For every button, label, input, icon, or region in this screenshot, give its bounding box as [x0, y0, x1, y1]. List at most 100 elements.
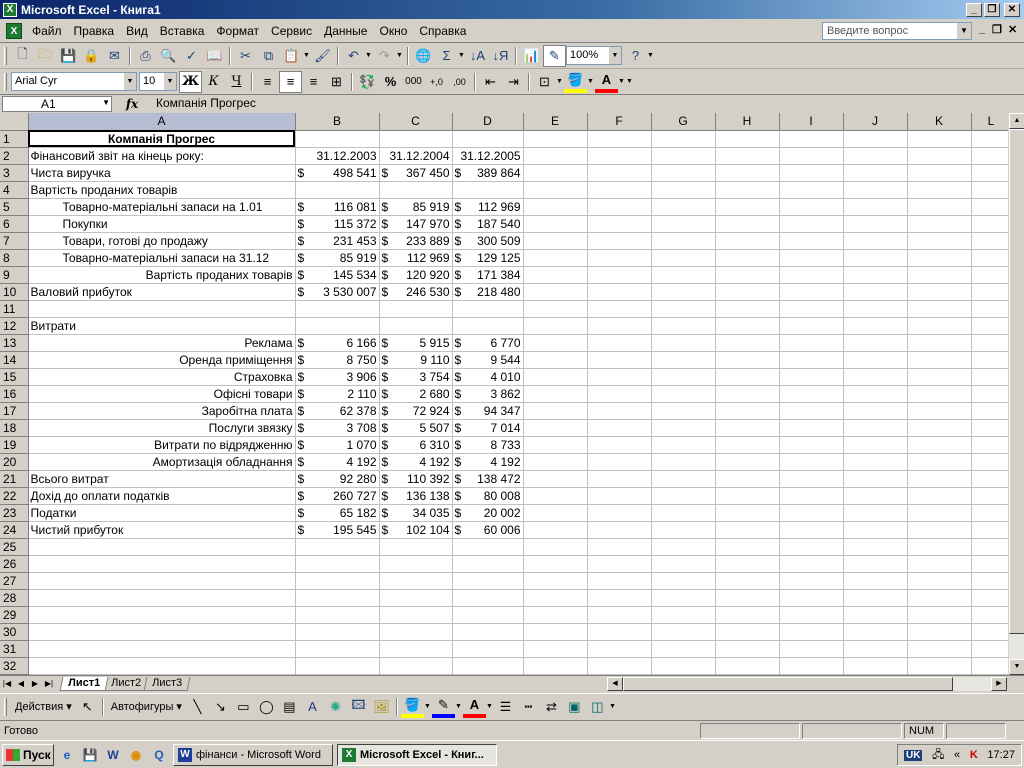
next-sheet-icon[interactable]: ▶ [28, 679, 42, 688]
font-size-select[interactable]: 10 ▼ [139, 72, 177, 91]
row-header[interactable]: 26 [0, 555, 29, 573]
cell-e[interactable] [523, 640, 588, 658]
cell-d[interactable]: $7 014 [452, 419, 524, 437]
cell-c[interactable]: $6 310 [379, 436, 453, 454]
cell-b[interactable] [295, 555, 380, 573]
cell-d[interactable] [452, 640, 524, 658]
cell-b[interactable]: $116 081 [295, 198, 380, 216]
cell-h[interactable] [715, 640, 780, 658]
cell-j[interactable] [843, 249, 908, 267]
cell-j[interactable] [843, 487, 908, 505]
cell-e[interactable] [523, 453, 588, 471]
menu-format[interactable]: Формат [210, 22, 265, 40]
cell-f[interactable] [587, 521, 652, 539]
cell-g[interactable] [651, 419, 716, 437]
cell-b[interactable] [295, 572, 380, 590]
cell-k[interactable] [907, 147, 972, 165]
cell-k[interactable] [907, 181, 972, 199]
cell-l[interactable] [971, 572, 1012, 590]
cell-i[interactable] [779, 351, 844, 369]
cell-c[interactable]: $136 138 [379, 487, 453, 505]
cell-l[interactable] [971, 334, 1012, 352]
prev-sheet-icon[interactable]: ◀ [14, 679, 28, 688]
cell-g[interactable] [651, 657, 716, 675]
row-header[interactable]: 13 [0, 334, 29, 352]
cell-i[interactable] [779, 130, 844, 148]
cell-h[interactable] [715, 606, 780, 624]
sheet-tab-1[interactable]: Лист1 [59, 676, 109, 691]
paste-icon[interactable]: 📋 [280, 45, 303, 67]
fill-color-icon[interactable]: 🪣 [400, 696, 424, 718]
cell-d[interactable] [452, 555, 524, 573]
cell-c[interactable]: $120 920 [379, 266, 453, 284]
cell-b[interactable]: $195 545 [295, 521, 380, 539]
horizontal-scrollbar[interactable]: ◀ ▶ [607, 677, 1007, 691]
autosum-icon[interactable]: Σ [435, 45, 458, 67]
cell-k[interactable] [907, 538, 972, 556]
cell-j[interactable] [843, 147, 908, 165]
cell-a[interactable]: Оренда приміщення [28, 351, 296, 369]
cell-i[interactable] [779, 470, 844, 488]
line-color-icon[interactable]: ✎ [431, 696, 455, 718]
cell-e[interactable] [523, 538, 588, 556]
cell-f[interactable] [587, 657, 652, 675]
save-icon[interactable]: 💾 [57, 45, 80, 67]
cell-d[interactable]: $171 384 [452, 266, 524, 284]
cell-e[interactable] [523, 504, 588, 522]
currency-icon[interactable]: 💱 [356, 71, 379, 93]
cell-grid[interactable]: ABCDEFGHIJKL 1 Компанія Прогрес 2 Фінансови… [0, 113, 1012, 675]
cell-g[interactable] [651, 232, 716, 250]
row-header[interactable]: 20 [0, 453, 29, 471]
cell-h[interactable] [715, 436, 780, 454]
cell-b[interactable]: $6 166 [295, 334, 380, 352]
cell-b[interactable]: $85 919 [295, 249, 380, 267]
cell-i[interactable] [779, 504, 844, 522]
cell-c[interactable]: $3 754 [379, 368, 453, 386]
cell-j[interactable] [843, 640, 908, 658]
row-header[interactable]: 28 [0, 589, 29, 607]
menu-data[interactable]: Данные [318, 22, 373, 40]
borders-icon[interactable]: ⊡ [533, 71, 556, 93]
cell-e[interactable] [523, 606, 588, 624]
cell-c[interactable] [379, 623, 453, 641]
wordart-icon[interactable]: A [301, 696, 324, 718]
cell-k[interactable] [907, 317, 972, 335]
italic-button[interactable]: К [202, 71, 225, 93]
row-header[interactable]: 27 [0, 572, 29, 590]
hyperlink-icon[interactable]: 🌐 [412, 45, 435, 67]
doc-minimize-button[interactable]: _ [979, 23, 985, 35]
language-indicator[interactable]: UK [904, 749, 923, 761]
cell-f[interactable] [587, 334, 652, 352]
cell-a[interactable] [28, 640, 296, 658]
cell-b[interactable]: $3 530 007 [295, 283, 380, 301]
cell-k[interactable] [907, 334, 972, 352]
cell-b[interactable] [295, 606, 380, 624]
row-header[interactable]: 1 [0, 130, 29, 148]
cell-k[interactable] [907, 589, 972, 607]
cell-i[interactable] [779, 215, 844, 233]
cell-d[interactable]: $187 540 [452, 215, 524, 233]
task-word[interactable]: W фінанси - Microsoft Word [173, 743, 333, 766]
cell-l[interactable] [971, 164, 1012, 182]
cell-h[interactable] [715, 521, 780, 539]
cell-d[interactable]: $80 008 [452, 487, 524, 505]
align-right-icon[interactable]: ≡ [302, 71, 325, 93]
select-all-corner[interactable] [0, 113, 29, 131]
cell-e[interactable] [523, 436, 588, 454]
cell-i[interactable] [779, 589, 844, 607]
cell-d[interactable] [452, 657, 524, 675]
cell-b[interactable] [295, 300, 380, 318]
workbook-icon[interactable]: X [6, 22, 22, 39]
cell-j[interactable] [843, 232, 908, 250]
cell-j[interactable] [843, 198, 908, 216]
row-header[interactable]: 15 [0, 368, 29, 386]
cell-e[interactable] [523, 555, 588, 573]
word-quick-icon[interactable]: W [103, 745, 123, 765]
vertical-scrollbar[interactable]: ▲ ▼ [1008, 113, 1024, 675]
cell-g[interactable] [651, 470, 716, 488]
cell-a[interactable]: Товарно-матеріальні запаси на 1.01 [28, 198, 296, 216]
cell-g[interactable] [651, 317, 716, 335]
cell-f[interactable] [587, 555, 652, 573]
cell-h[interactable] [715, 487, 780, 505]
cell-k[interactable] [907, 606, 972, 624]
